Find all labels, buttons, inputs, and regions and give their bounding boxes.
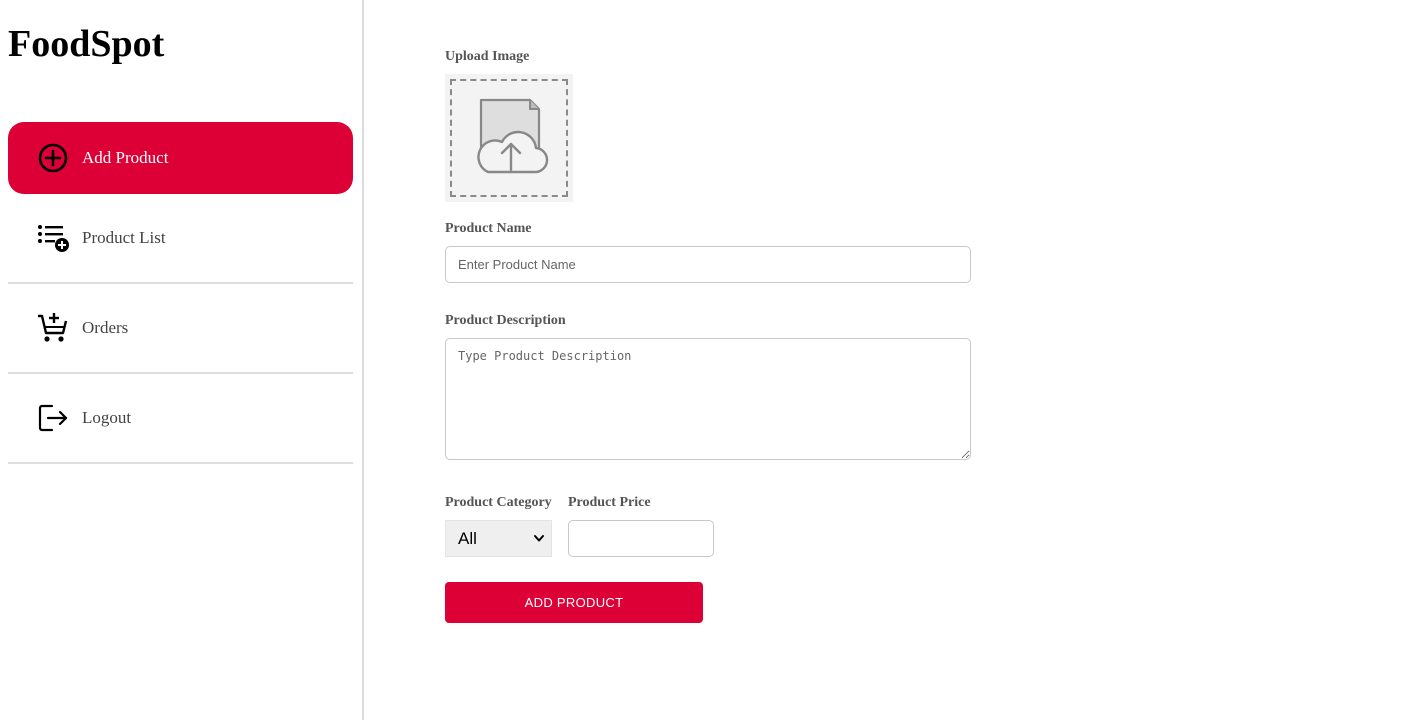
logout-icon bbox=[36, 401, 70, 435]
sidebar-item-label: Logout bbox=[82, 408, 132, 427]
sidebar-item-product-list[interactable]: Product List bbox=[8, 194, 353, 284]
sidebar-item-logout[interactable]: Logout bbox=[8, 374, 353, 464]
product-price-input[interactable] bbox=[568, 520, 714, 557]
cloud-upload-icon bbox=[466, 96, 552, 181]
sidebar-item-add-product[interactable]: Add Product bbox=[8, 122, 353, 194]
upload-image-dropzone[interactable] bbox=[445, 74, 573, 202]
sidebar-item-label: Orders bbox=[82, 318, 129, 337]
upload-image-label: Upload Image bbox=[445, 49, 530, 64]
chevron-down-icon bbox=[533, 529, 545, 549]
sidebar-item-label: Product List bbox=[82, 228, 166, 247]
cart-add-icon bbox=[36, 311, 70, 345]
product-description-input[interactable] bbox=[445, 338, 971, 460]
product-price-label: Product Price bbox=[568, 495, 651, 510]
sidebar-item-orders[interactable]: Orders bbox=[8, 284, 353, 374]
product-name-input[interactable] bbox=[445, 246, 971, 283]
sidebar-item-label: Add Product bbox=[82, 148, 169, 167]
upload-dashed-area bbox=[450, 79, 568, 197]
product-category-select[interactable]: All bbox=[445, 520, 552, 557]
category-selected-value: All bbox=[458, 528, 477, 548]
product-name-label: Product Name bbox=[445, 221, 532, 236]
sidebar-nav: Add Product Product List Orders Logout bbox=[8, 122, 353, 464]
sidebar: FoodSpot Add Product Product List Orders… bbox=[0, 0, 364, 720]
product-description-label: Product Description bbox=[445, 313, 566, 328]
list-add-icon bbox=[36, 221, 70, 255]
brand-title: FoodSpot bbox=[8, 23, 165, 65]
plus-circle-icon bbox=[36, 141, 70, 175]
product-category-label: Product Category bbox=[445, 495, 552, 510]
add-product-button[interactable]: ADD PRODUCT bbox=[445, 582, 703, 623]
